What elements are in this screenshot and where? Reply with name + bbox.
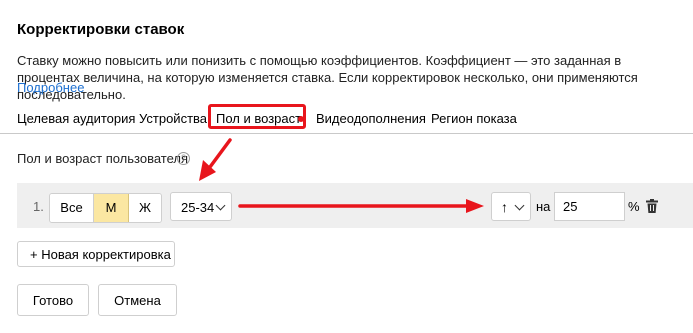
active-dot-icon bbox=[298, 116, 304, 122]
chevron-down-icon bbox=[514, 200, 525, 211]
percent-sign: % bbox=[628, 199, 640, 214]
row-number: 1. bbox=[33, 199, 44, 214]
tab-gender-age-label: Пол и возраст bbox=[216, 111, 302, 126]
question-circle-icon[interactable]: ? bbox=[177, 152, 190, 165]
tab-video-extensions[interactable]: Видеодополнения bbox=[316, 111, 426, 126]
tab-gender-age[interactable]: Пол и возраст bbox=[208, 104, 306, 129]
tab-bar: Целевая аудитория Устройства Пол и возра… bbox=[0, 101, 693, 134]
more-link[interactable]: Подробнее bbox=[17, 80, 84, 95]
gender-female-button[interactable]: Ж bbox=[129, 194, 161, 222]
tab-devices[interactable]: Устройства bbox=[139, 111, 207, 126]
direction-select[interactable]: ↑ bbox=[491, 192, 531, 221]
description-text: Ставку можно повысить или понизить с пом… bbox=[17, 53, 638, 102]
arrow-to-age-select bbox=[208, 138, 232, 169]
on-label: на bbox=[536, 199, 551, 214]
gender-segmented-control: Все М Ж bbox=[49, 193, 162, 223]
cancel-button[interactable]: Отмена bbox=[98, 284, 177, 316]
tab-region[interactable]: Регион показа bbox=[431, 111, 517, 126]
gender-male-button[interactable]: М bbox=[94, 194, 129, 222]
age-select-value: 25-34 bbox=[181, 200, 215, 215]
section-label: Пол и возраст пользователя bbox=[17, 151, 189, 166]
cancel-label: Отмена bbox=[114, 293, 161, 308]
done-button[interactable]: Готово bbox=[17, 284, 89, 316]
age-select[interactable]: 25-34 bbox=[170, 192, 232, 221]
trash-icon[interactable] bbox=[646, 199, 658, 213]
page-title: Корректировки ставок bbox=[17, 21, 185, 38]
percent-input[interactable] bbox=[554, 192, 625, 221]
add-adjustment-button[interactable]: + Новая корректировка bbox=[17, 241, 175, 267]
gender-all-button[interactable]: Все bbox=[50, 194, 94, 222]
add-adjustment-label: + Новая корректировка bbox=[30, 247, 171, 262]
done-label: Готово bbox=[32, 293, 74, 308]
chevron-down-icon bbox=[215, 200, 226, 211]
tab-target-audience[interactable]: Целевая аудитория bbox=[17, 111, 135, 126]
direction-up-icon: ↑ bbox=[501, 199, 508, 215]
arrow-head-down-icon bbox=[199, 160, 216, 181]
